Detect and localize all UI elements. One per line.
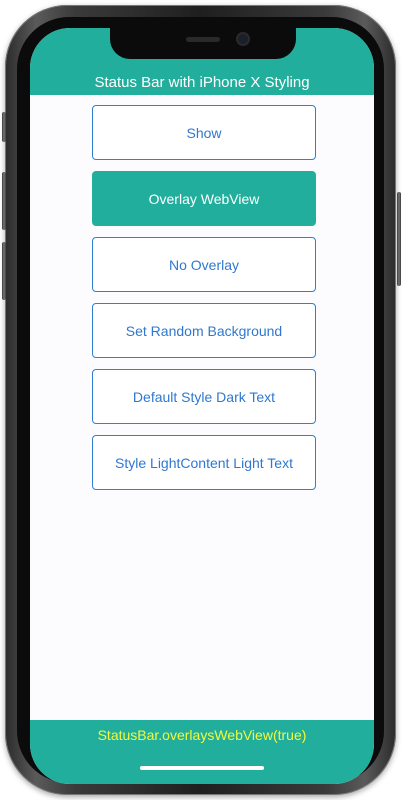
status-output-text: StatusBar.overlaysWebView(true) (97, 727, 307, 743)
page-title: Status Bar with iPhone X Styling (94, 74, 310, 91)
volume-down-button (2, 242, 6, 300)
home-indicator[interactable] (140, 766, 264, 770)
footer-status-bar: StatusBar.overlaysWebView(true) (30, 720, 374, 784)
power-button (397, 192, 401, 286)
volume-up-button (2, 172, 6, 230)
speaker-grille (186, 37, 220, 42)
overlay-webview-button[interactable]: Overlay WebView (92, 171, 316, 226)
app-screen: Status Bar with iPhone X Styling Show Ov… (30, 28, 374, 784)
default-style-dark-text-button[interactable]: Default Style Dark Text (92, 369, 316, 424)
mute-switch (2, 112, 6, 142)
set-random-background-button[interactable]: Set Random Background (92, 303, 316, 358)
button-list: Show Overlay WebView No Overlay Set Rand… (92, 105, 316, 501)
front-camera-icon (238, 34, 248, 44)
no-overlay-button[interactable]: No Overlay (92, 237, 316, 292)
device-mockup: Status Bar with iPhone X Styling Show Ov… (0, 0, 403, 800)
notch (110, 27, 296, 59)
show-button[interactable]: Show (92, 105, 316, 160)
style-lightcontent-light-text-button[interactable]: Style LightContent Light Text (92, 435, 316, 490)
